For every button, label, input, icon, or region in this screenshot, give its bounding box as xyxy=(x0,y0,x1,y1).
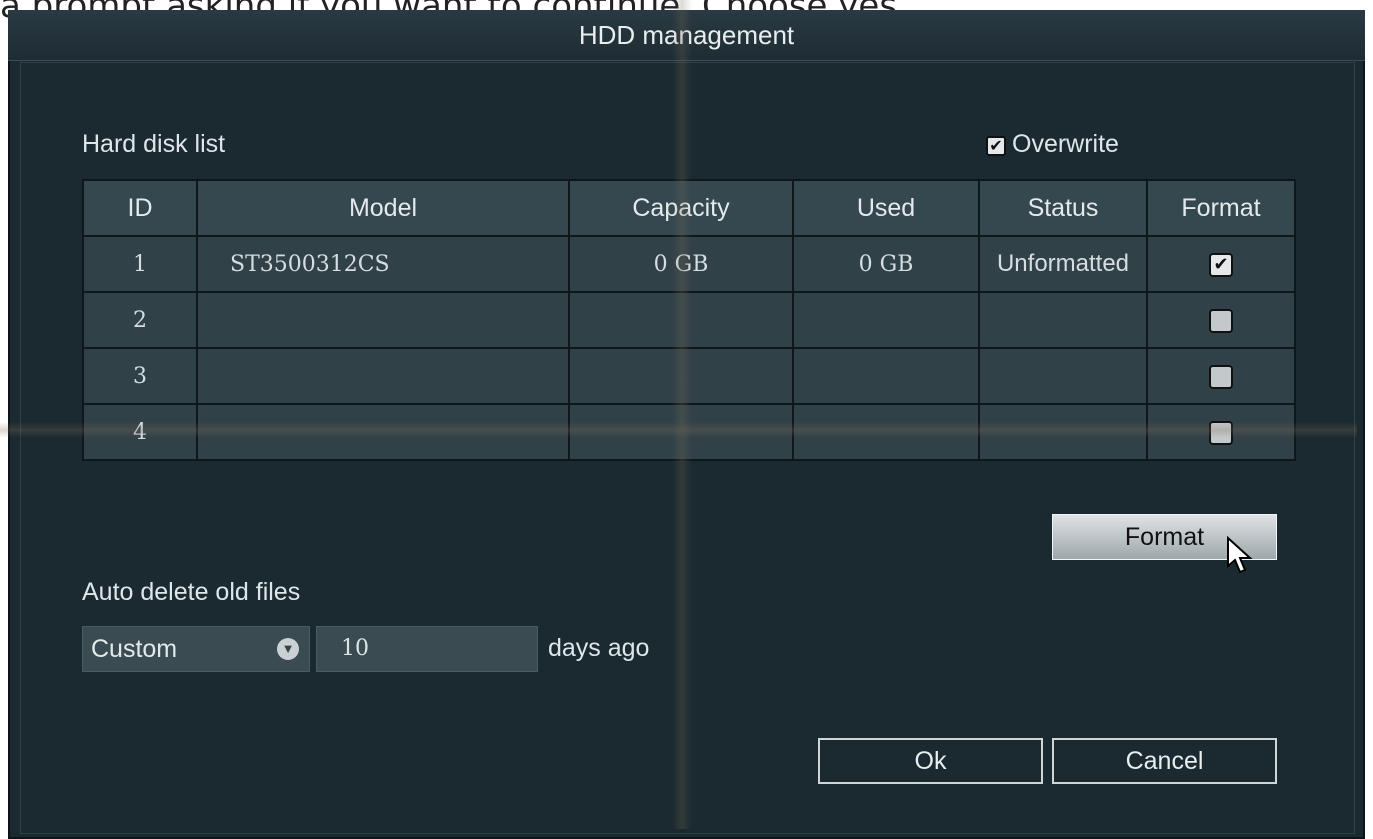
check-icon: ✔ xyxy=(989,138,1003,155)
overwrite-checkbox[interactable]: ✔ xyxy=(986,136,1006,156)
auto-delete-days-input[interactable]: 10 xyxy=(316,626,538,672)
cell-format xyxy=(1146,403,1296,461)
cell-id: 2 xyxy=(82,291,198,349)
table-row[interactable]: 3 xyxy=(82,347,1296,405)
auto-delete-heading: Auto delete old files xyxy=(82,578,301,606)
format-checkbox-1[interactable]: ✔ xyxy=(1209,252,1233,277)
ok-button[interactable]: Ok xyxy=(818,738,1043,784)
days-ago-label: days ago xyxy=(548,634,650,662)
cell-format xyxy=(1146,291,1296,349)
cell-used xyxy=(792,347,980,405)
cell-model: ST3500312CS xyxy=(196,235,570,293)
cancel-button[interactable]: Cancel xyxy=(1052,738,1277,784)
format-checkbox-3[interactable] xyxy=(1209,364,1233,389)
dropdown-arrow-icon[interactable]: ▼ xyxy=(277,638,299,660)
cell-format: ✔ xyxy=(1146,235,1296,293)
cell-model xyxy=(196,403,570,461)
table-header-row: ID Model Capacity Used Status Format xyxy=(82,179,1296,237)
cell-status: Unformatted xyxy=(978,235,1148,293)
cell-status xyxy=(978,403,1148,461)
overwrite-label: Overwrite xyxy=(1012,130,1119,158)
column-header-used: Used xyxy=(792,179,980,237)
dialog-title: HDD management xyxy=(8,10,1365,61)
table-row[interactable]: 2 xyxy=(82,291,1296,349)
check-icon: ✔ xyxy=(1213,253,1229,275)
column-header-id: ID xyxy=(82,179,198,237)
column-header-model: Model xyxy=(196,179,570,237)
cell-capacity xyxy=(568,291,794,349)
auto-delete-mode-select[interactable]: Custom ▼ xyxy=(82,626,310,672)
column-header-status: Status xyxy=(978,179,1148,237)
cell-model xyxy=(196,347,570,405)
table-row[interactable]: 4 xyxy=(82,403,1296,461)
auto-delete-mode-value: Custom xyxy=(91,635,178,663)
mouse-pointer-icon xyxy=(1227,536,1253,574)
cell-id: 3 xyxy=(82,347,198,405)
cell-model xyxy=(196,291,570,349)
cell-capacity: 0 GB xyxy=(568,235,794,293)
cell-used xyxy=(792,403,980,461)
cell-capacity xyxy=(568,347,794,405)
column-header-capacity: Capacity xyxy=(568,179,794,237)
table-row[interactable]: 1 ST3500312CS 0 GB 0 GB Unformatted ✔ xyxy=(82,235,1296,293)
cell-id: 1 xyxy=(82,235,198,293)
cell-capacity xyxy=(568,403,794,461)
format-checkbox-2[interactable] xyxy=(1209,308,1233,333)
cell-status xyxy=(978,347,1148,405)
cell-id: 4 xyxy=(82,403,198,461)
cell-used xyxy=(792,291,980,349)
hard-disk-list-heading: Hard disk list xyxy=(82,130,226,158)
hard-disk-table: ID Model Capacity Used Status Format 1 S… xyxy=(82,179,1296,461)
cell-status xyxy=(978,291,1148,349)
cell-used: 0 GB xyxy=(792,235,980,293)
column-header-format: Format xyxy=(1146,179,1296,237)
cell-format xyxy=(1146,347,1296,405)
format-checkbox-4[interactable] xyxy=(1209,420,1233,445)
